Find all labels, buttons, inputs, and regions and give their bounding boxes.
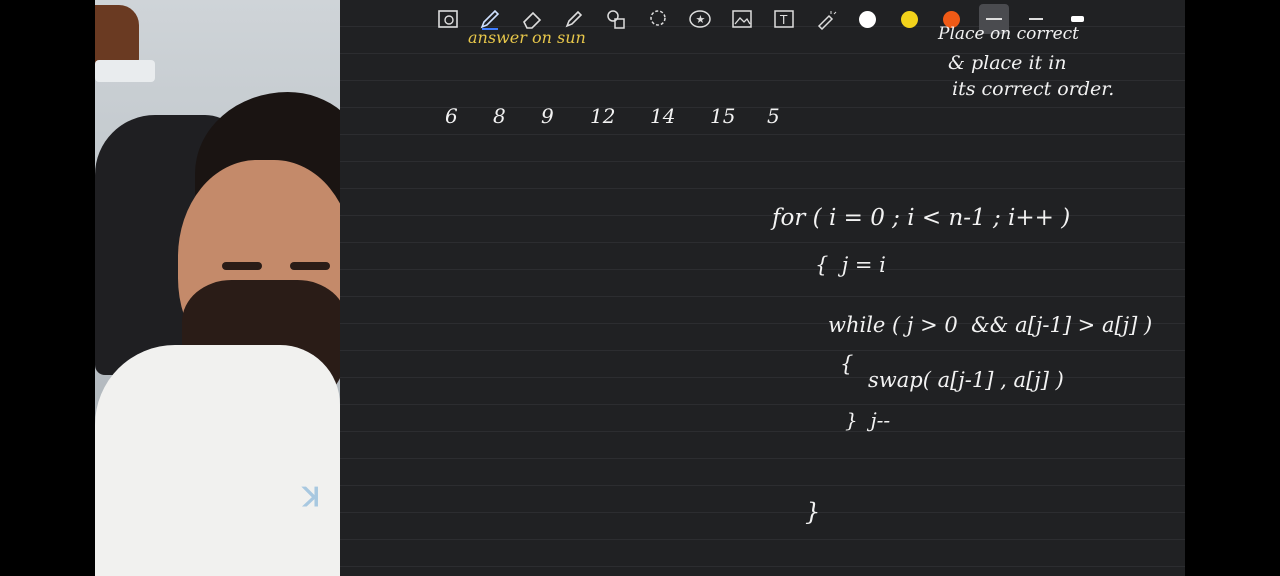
array-value: 6 xyxy=(445,104,458,128)
color-yellow-swatch[interactable] xyxy=(895,4,925,34)
code-while-brace: { xyxy=(840,352,854,376)
presenter-eye-right xyxy=(290,262,330,270)
shapes-icon[interactable] xyxy=(601,4,631,34)
array-value: 15 xyxy=(710,104,736,128)
text-icon[interactable]: T xyxy=(769,4,799,34)
array-value: 14 xyxy=(650,104,676,128)
code-decrement: } j-- xyxy=(845,408,891,432)
sticker-icon[interactable]: ★ xyxy=(685,4,715,34)
laser-pointer-icon[interactable] xyxy=(811,4,841,34)
color-white-swatch[interactable] xyxy=(853,4,883,34)
presenter-shirt xyxy=(95,345,340,576)
array-value: 5 xyxy=(767,104,780,128)
code-swap: swap( a[j-1] , a[j] ) xyxy=(868,368,1064,392)
array-value: 12 xyxy=(590,104,616,128)
partial-note-top-right: Place on correct xyxy=(938,24,1080,44)
svg-text:★: ★ xyxy=(695,13,705,26)
wall-decor xyxy=(95,5,139,65)
array-value: 9 xyxy=(541,104,554,128)
note-line-3: its correct order. xyxy=(952,78,1115,100)
number-array: 6 8 9 12 14 15 5 xyxy=(445,104,790,134)
code-while: while ( j > 0 && a[j-1] > a[j] ) xyxy=(828,313,1153,337)
presenter-eye-left xyxy=(222,262,262,270)
image-icon[interactable] xyxy=(727,4,757,34)
lasso-view-icon[interactable] xyxy=(433,4,463,34)
code-for-brace-close: } xyxy=(805,498,821,526)
note-line-2: & place it in xyxy=(948,52,1067,74)
screen: ꓘ ★ T answer on sun Place on correct & p… xyxy=(0,0,1280,576)
code-for-body-start: { j = i xyxy=(815,253,886,277)
whiteboard-canvas[interactable]: ★ T answer on sun Place on correct & pla… xyxy=(340,0,1185,576)
svg-text:T: T xyxy=(779,13,788,27)
code-for-loop: for ( i = 0 ; i < n-1 ; i++ ) xyxy=(772,205,1071,231)
shirt-logo: ꓘ xyxy=(303,482,321,512)
wall-shelf xyxy=(95,60,155,82)
array-value: 8 xyxy=(493,104,506,128)
partial-note-top-left: answer on sun xyxy=(468,28,586,47)
lasso-icon[interactable] xyxy=(643,4,673,34)
